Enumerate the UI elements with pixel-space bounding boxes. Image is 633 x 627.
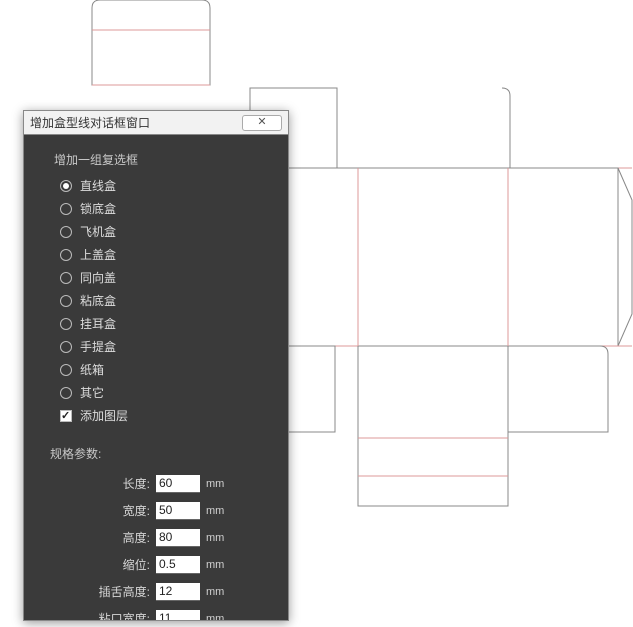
param-label: 粘口宽度:	[54, 610, 150, 620]
radio-option-4[interactable]: 同向盖	[60, 266, 270, 289]
radio-option-2[interactable]: 飞机盒	[60, 220, 270, 243]
radio-icon	[60, 272, 72, 284]
checkbox-icon	[60, 410, 72, 422]
dialog-title-text: 增加盒型线对话框窗口	[30, 114, 242, 131]
radio-icon	[60, 318, 72, 330]
param-input-height[interactable]	[156, 529, 200, 547]
param-row-height: 高度: mm	[54, 524, 270, 551]
param-label: 缩位:	[54, 556, 150, 573]
param-input-width[interactable]	[156, 502, 200, 520]
radio-icon	[60, 180, 72, 192]
radio-icon	[60, 226, 72, 238]
radio-label: 同向盖	[80, 269, 116, 286]
radio-label: 直线盒	[80, 177, 116, 194]
radio-option-9[interactable]: 其它	[60, 381, 270, 404]
param-unit: mm	[206, 532, 224, 544]
radio-icon	[60, 203, 72, 215]
close-icon: ✕	[257, 117, 266, 128]
param-unit: mm	[206, 505, 224, 517]
radio-label: 纸箱	[80, 361, 104, 378]
param-label: 插舌高度:	[54, 583, 150, 600]
param-row-width: 宽度: mm	[54, 497, 270, 524]
radio-icon	[60, 249, 72, 261]
param-input-tuck[interactable]	[156, 583, 200, 601]
param-unit: mm	[206, 478, 224, 490]
dialog-body: 增加一组复选框 直线盒 锁底盒 飞机盒 上盖盒 同向盖 粘底盒 挂耳盒	[24, 135, 288, 620]
radio-label: 挂耳盒	[80, 315, 116, 332]
radio-icon	[60, 364, 72, 376]
radio-label: 粘底盒	[80, 292, 116, 309]
params-title: 规格参数:	[50, 445, 270, 462]
radio-option-0[interactable]: 直线盒	[60, 174, 270, 197]
radio-icon	[60, 387, 72, 399]
param-label: 宽度:	[54, 502, 150, 519]
radio-label: 飞机盒	[80, 223, 116, 240]
param-label: 高度:	[54, 529, 150, 546]
group-title: 增加一组复选框	[54, 151, 270, 168]
radio-option-6[interactable]: 挂耳盒	[60, 312, 270, 335]
add-layer-checkbox-row[interactable]: 添加图层	[60, 404, 270, 427]
radio-option-3[interactable]: 上盖盒	[60, 243, 270, 266]
radio-icon	[60, 341, 72, 353]
radio-option-8[interactable]: 纸箱	[60, 358, 270, 381]
radio-label: 锁底盒	[80, 200, 116, 217]
param-input-length[interactable]	[156, 475, 200, 493]
param-row-length: 长度: mm	[54, 470, 270, 497]
param-input-glue[interactable]	[156, 610, 200, 621]
param-row-glue: 粘口宽度: mm	[54, 605, 270, 620]
close-button[interactable]: ✕	[242, 115, 282, 131]
radio-label: 上盖盒	[80, 246, 116, 263]
param-unit: mm	[206, 559, 224, 571]
dialog-titlebar[interactable]: 增加盒型线对话框窗口 ✕	[24, 111, 288, 135]
param-input-shrink[interactable]	[156, 556, 200, 574]
radio-icon	[60, 295, 72, 307]
checkbox-label: 添加图层	[80, 407, 128, 424]
param-row-tuck: 插舌高度: mm	[54, 578, 270, 605]
param-unit: mm	[206, 613, 224, 621]
radio-option-5[interactable]: 粘底盒	[60, 289, 270, 312]
radio-label: 手提盒	[80, 338, 116, 355]
param-unit: mm	[206, 586, 224, 598]
box-dialog: 增加盒型线对话框窗口 ✕ 增加一组复选框 直线盒 锁底盒 飞机盒 上盖盒 同向盖	[23, 110, 289, 621]
param-row-shrink: 缩位: mm	[54, 551, 270, 578]
radio-option-7[interactable]: 手提盒	[60, 335, 270, 358]
radio-option-1[interactable]: 锁底盒	[60, 197, 270, 220]
radio-label: 其它	[80, 384, 104, 401]
param-label: 长度:	[54, 475, 150, 492]
